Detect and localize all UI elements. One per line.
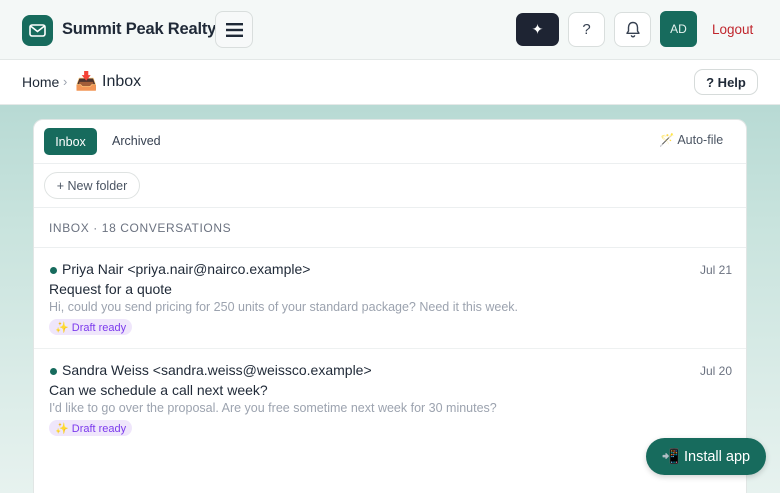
tab-inbox[interactable]: Inbox (44, 128, 97, 155)
page-title: Inbox (102, 73, 142, 90)
help-icon-button[interactable]: ? (568, 12, 605, 47)
preview: I'd like to go over the proposal. Are yo… (49, 401, 497, 415)
help-button[interactable]: ? Help (694, 69, 758, 95)
draft-ready-badge: ✨ Draft ready (49, 420, 133, 436)
logout-link[interactable]: Logout (712, 22, 753, 37)
list-item[interactable]: Priya Nair <priya.nair@nairco.example> J… (34, 248, 746, 349)
question-icon: ? (582, 21, 591, 38)
draft-ready-badge: ✨ Draft ready (49, 319, 133, 335)
auto-file-button[interactable]: 🪄 Auto-file (659, 133, 723, 148)
breadcrumb: Home › 📥 Inbox ? Help (0, 60, 780, 105)
top-bar: Summit Peak Realty ✦ ? AD Logout (0, 0, 780, 60)
preview: Hi, could you send pricing for 250 units… (49, 300, 519, 314)
install-app-button[interactable]: 📲 Install app (646, 438, 766, 475)
unread-dot-icon (50, 368, 57, 375)
date: Jul 20 (699, 364, 732, 378)
folder-row: + New folder (34, 164, 746, 208)
date: Jul 21 (699, 263, 732, 277)
brand-name: Summit Peak Realty (62, 20, 217, 38)
unread-dot-icon (50, 267, 57, 274)
inbox-card: Inbox Archived 🪄 Auto-file + New folder … (33, 119, 747, 493)
bell-icon (625, 21, 640, 38)
menu-button[interactable] (215, 11, 253, 48)
list-item[interactable]: Sandra Weiss <sandra.weiss@weissco.examp… (34, 349, 746, 450)
notifications-button[interactable] (614, 12, 651, 47)
sender: Sandra Weiss <sandra.weiss@weissco.examp… (62, 362, 372, 378)
conversation-count: INBOX · 18 CONVERSATIONS (49, 221, 232, 235)
avatar[interactable]: AD (660, 11, 697, 47)
hamburger-icon (225, 22, 243, 37)
new-folder-button[interactable]: + New folder (44, 172, 140, 199)
inbox-tray-icon: 📥 (75, 71, 98, 91)
breadcrumb-home-link[interactable]: Home (22, 74, 59, 90)
sender: Priya Nair <priya.nair@nairco.example> (62, 261, 311, 277)
subject: Can we schedule a call next week? (49, 382, 268, 398)
breadcrumb-separator-icon: › (63, 74, 68, 89)
subject: Request for a quote (49, 281, 172, 297)
ai-sparkle-button[interactable]: ✦ (516, 13, 559, 46)
list-header: INBOX · 18 CONVERSATIONS (34, 208, 746, 248)
mail-icon[interactable] (22, 15, 53, 46)
sparkle-icon: ✦ (531, 21, 544, 37)
tabs-row: Inbox Archived 🪄 Auto-file (34, 120, 746, 164)
tab-archived[interactable]: Archived (112, 134, 161, 148)
